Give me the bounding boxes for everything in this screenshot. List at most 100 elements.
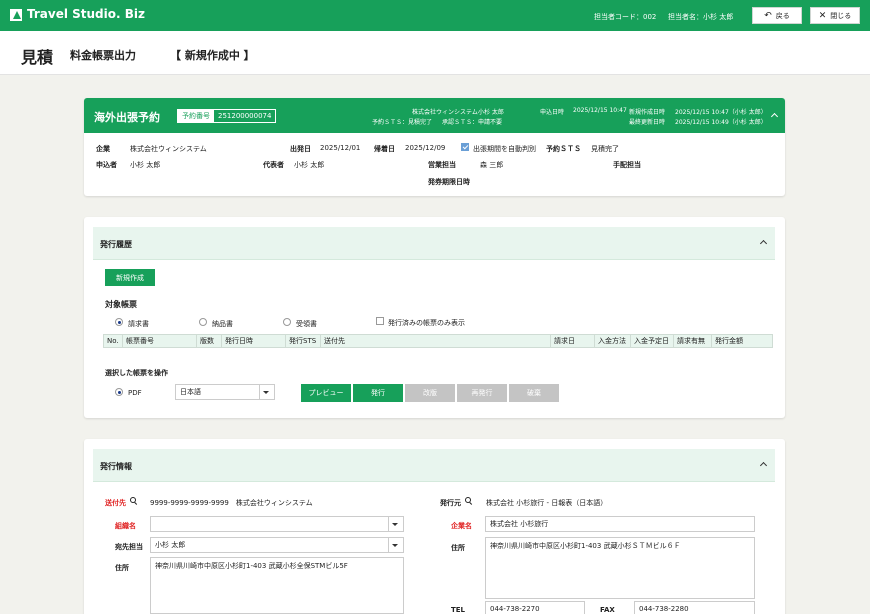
back-icon: ↶ xyxy=(764,10,772,21)
org-select[interactable] xyxy=(150,516,404,532)
tel-label: TEL xyxy=(451,606,466,614)
revise-button[interactable]: 改版 xyxy=(405,384,455,402)
booking-header: 海外出張予約 予約番号 251200000074 株式会社ウィンシステム 小杉 … xyxy=(84,98,785,133)
send-to-label: 送付先 xyxy=(105,499,126,507)
close-button[interactable]: ✕ 閉じる xyxy=(810,7,860,24)
issuer-address-label: 住所 xyxy=(451,544,465,552)
fax-input[interactable]: 044-738-2280 xyxy=(634,601,755,614)
radio-invoice-label: 請求書 xyxy=(128,320,149,328)
staff-name: 担当者名：小杉 太郎 xyxy=(668,13,734,21)
col-invoice-flag[interactable]: 請求有無 xyxy=(674,335,712,347)
radio-delivery[interactable] xyxy=(199,318,207,326)
return-label: 帰着日 xyxy=(374,145,395,153)
logo-icon xyxy=(10,9,22,21)
col-invoice-date[interactable]: 請求日 xyxy=(551,335,595,347)
top-bar: Travel Studio. Biz 担当者コード：002 担当者名：小杉 太郎… xyxy=(0,0,870,31)
auto-period-checkbox[interactable] xyxy=(461,143,469,151)
title-bar: 見積 料金帳票出力 【 新規作成中 】 xyxy=(0,31,870,75)
tel-input[interactable]: 044-738-2270 xyxy=(485,601,585,614)
fax-value: 044-738-2280 xyxy=(639,605,689,613)
history-title: 発行履歴 xyxy=(100,240,132,249)
arrange-label: 手配担当 xyxy=(613,161,641,169)
staff-code: 担当者コード：002 xyxy=(594,13,657,21)
addressee-select[interactable]: 小杉 太郎 xyxy=(150,537,404,553)
preview-button[interactable]: プレビュー xyxy=(301,384,351,402)
updated-value: 2025/12/15 10:49（小杉 太郎） xyxy=(675,119,767,126)
reissue-button[interactable]: 再発行 xyxy=(457,384,507,402)
target-form-label: 対象帳票 xyxy=(105,300,137,309)
col-payment-method[interactable]: 入金方法 xyxy=(595,335,631,347)
fax-label: FAX xyxy=(600,606,615,614)
address-value: 神奈川県川崎市中原区小杉町1-403 武蔵小杉全保STMビル5F xyxy=(155,562,348,570)
booking-card: 海外出張予約 予約番号 251200000074 株式会社ウィンシステム 小杉 … xyxy=(84,98,785,196)
issuer-address-value: 神奈川県川崎市中原区小杉町1-403 武蔵小杉ＳＴＭビル６Ｆ xyxy=(490,542,681,550)
col-form-number[interactable]: 帳票番号 xyxy=(123,335,197,347)
issuer-address-textarea[interactable]: 神奈川県川崎市中原区小杉町1-403 武蔵小杉ＳＴＭビル６Ｆ xyxy=(485,537,755,599)
back-button[interactable]: ↶ 戻る xyxy=(752,7,802,24)
company-label: 企業 xyxy=(96,145,110,153)
radio-receipt-label: 受領書 xyxy=(296,320,317,328)
col-no[interactable]: No. xyxy=(104,335,123,347)
radio-delivery-label: 納品書 xyxy=(212,320,233,328)
sts-label: 予約ＳＴＳ xyxy=(546,145,581,153)
updated-label: 最終更新日時 xyxy=(629,119,666,126)
back-label: 戻る xyxy=(775,11,790,20)
col-amount[interactable]: 発行金額 xyxy=(712,335,772,347)
rep-value: 小杉 太郎 xyxy=(294,161,325,169)
history-table-header: No. 帳票番号 版数 発行日時 発行STS 送付先 請求日 入金方法 入金予定… xyxy=(103,334,773,348)
language-select[interactable]: 日本語 xyxy=(175,384,275,400)
booking-number-box: 予約番号 251200000074 xyxy=(177,109,277,123)
address-textarea[interactable]: 神奈川県川崎市中原区小杉町1-403 武蔵小杉全保STMビル5F xyxy=(150,557,404,614)
send-to-search-icon[interactable] xyxy=(130,497,136,503)
col-send-to[interactable]: 送付先 xyxy=(321,335,551,347)
close-icon: ✕ xyxy=(818,10,827,21)
issued-only-checkbox[interactable] xyxy=(376,317,384,325)
addressee-label: 宛先担当 xyxy=(115,543,143,551)
applicant-value: 小杉 太郎 xyxy=(130,161,161,169)
rep-label: 代表者 xyxy=(263,161,284,169)
issued-only-label: 発行済みの帳票のみ表示 xyxy=(388,319,465,327)
depart-label: 出発日 xyxy=(290,145,311,153)
addressee-value: 小杉 太郎 xyxy=(155,541,186,549)
sales-label: 営業担当 xyxy=(428,161,456,169)
close-label: 閉じる xyxy=(830,11,852,20)
new-create-button[interactable]: 新規作成 xyxy=(105,269,155,286)
issuer-company-value: 株式会社 小杉旅行 xyxy=(490,520,549,528)
ticket-deadline-label: 発券期限日時 xyxy=(428,178,470,186)
page-status: 【 新規作成中 】 xyxy=(170,49,255,62)
sales-value: 森 三郎 xyxy=(480,161,504,169)
col-issue-datetime[interactable]: 発行日時 xyxy=(222,335,286,347)
select-divider xyxy=(388,538,389,552)
apply-date-value: 2025/12/15 10:47 xyxy=(573,107,627,114)
booking-collapse-icon[interactable] xyxy=(770,112,779,121)
booking-number-label: 予約番号 xyxy=(178,110,214,122)
col-payment-date[interactable]: 入金予定日 xyxy=(631,335,674,347)
discard-button[interactable]: 破棄 xyxy=(509,384,559,402)
applicant-label: 申込者 xyxy=(96,161,117,169)
issuer-label: 発行元 xyxy=(440,499,461,507)
issuer-company-label: 企業名 xyxy=(451,522,472,530)
issue-info-header[interactable]: 発行情報 xyxy=(93,449,775,482)
col-version[interactable]: 版数 xyxy=(197,335,222,347)
booking-title: 海外出張予約 xyxy=(94,111,160,124)
history-header[interactable]: 発行履歴 xyxy=(93,227,775,260)
issuer-search-icon[interactable] xyxy=(465,497,471,503)
radio-receipt[interactable] xyxy=(283,318,291,326)
booking-approve-sts: 承認ＳＴＳ：申請不要 xyxy=(442,119,503,126)
depart-value: 2025/12/01 xyxy=(320,144,361,152)
org-label: 組織名 xyxy=(115,522,136,530)
issuer-company-input[interactable]: 株式会社 小杉旅行 xyxy=(485,516,755,532)
history-collapse-icon[interactable] xyxy=(759,239,768,248)
booking-number-value: 251200000074 xyxy=(218,112,272,120)
auto-period-label: 出張期間を自動判別 xyxy=(473,145,536,153)
sts-value: 見積完了 xyxy=(591,145,619,153)
company-value: 株式会社ウィンシステム xyxy=(130,145,207,153)
operate-label: 選択した帳票を操作 xyxy=(105,369,168,377)
radio-pdf[interactable] xyxy=(115,388,123,396)
booking-sts: 予約ＳＴＳ：見積完了 xyxy=(372,119,433,126)
issue-info-collapse-icon[interactable] xyxy=(759,461,768,470)
issue-button[interactable]: 発行 xyxy=(353,384,403,402)
radio-invoice[interactable] xyxy=(115,318,123,326)
radio-pdf-label: PDF xyxy=(128,389,142,397)
col-issue-sts[interactable]: 発行STS xyxy=(286,335,321,347)
